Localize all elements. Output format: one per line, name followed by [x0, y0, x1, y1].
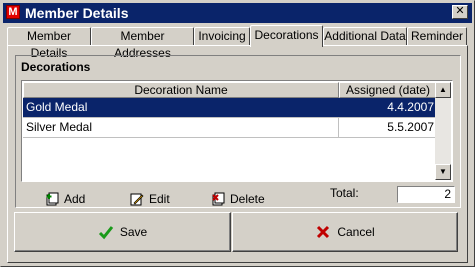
decoration-name-cell: Gold Medal — [26, 100, 88, 114]
tab-additional-data[interactable]: Additional Data — [323, 27, 407, 45]
add-label: Add — [64, 192, 86, 206]
cancel-label: Cancel — [337, 225, 375, 239]
title-bar[interactable]: M Member Details ✕ — [3, 3, 472, 23]
tab-strip: Member Details Member Addresses Invoicin… — [7, 25, 467, 60]
scroll-down-button[interactable]: ▼ — [435, 164, 451, 180]
app-icon: M — [6, 5, 20, 19]
cancel-button[interactable]: Cancel — [232, 212, 458, 252]
arrow-up-icon: ▲ — [439, 85, 447, 94]
edit-label: Edit — [149, 192, 170, 206]
tab-member-details[interactable]: Member Details — [7, 27, 91, 60]
tab-decorations[interactable]: Decorations — [250, 25, 323, 47]
check-icon — [98, 226, 113, 240]
assigned-date-cell: 5.5.2007 — [387, 120, 434, 134]
add-icon — [46, 192, 59, 206]
close-button[interactable]: ✕ — [452, 5, 468, 19]
column-header-date[interactable]: Assigned (date) — [339, 82, 437, 98]
arrow-down-icon: ▼ — [439, 167, 447, 176]
decoration-name-cell: Silver Medal — [26, 120, 93, 134]
row-divider — [23, 137, 437, 138]
save-label: Save — [119, 225, 148, 239]
table-row[interactable]: Silver Medal 5.5.2007 — [23, 118, 437, 137]
cancel-x-icon — [317, 225, 330, 239]
tab-reminder[interactable]: Reminder — [407, 27, 467, 45]
assigned-date-cell: 4.4.2007 — [387, 100, 434, 114]
table-row[interactable]: Gold Medal 4.4.2007 — [23, 98, 437, 117]
save-button[interactable]: Save — [14, 212, 231, 252]
decorations-group: Decorations Decoration Name Assigned (da… — [15, 55, 461, 208]
vertical-scrollbar[interactable]: ▲ ▼ — [435, 82, 451, 180]
add-button[interactable]: Add — [45, 190, 85, 208]
window-title: Member Details — [25, 5, 129, 21]
member-details-window: M Member Details ✕ Member Details Member… — [0, 0, 475, 267]
column-divider — [338, 118, 339, 138]
decorations-page: Decorations Decoration Name Assigned (da… — [7, 45, 468, 263]
scroll-up-button[interactable]: ▲ — [435, 82, 451, 98]
edit-icon — [130, 193, 144, 206]
delete-icon — [212, 192, 225, 206]
tab-invoicing[interactable]: Invoicing — [194, 27, 250, 45]
decorations-grid[interactable]: Decoration Name Assigned (date) Gold Med… — [21, 80, 453, 182]
total-field: 2 — [397, 186, 455, 203]
column-header-name[interactable]: Decoration Name — [23, 82, 339, 98]
group-title: Decorations — [21, 60, 91, 74]
delete-label: Delete — [230, 192, 265, 206]
edit-button[interactable]: Edit — [130, 190, 170, 208]
tab-member-addresses[interactable]: Member Addresses — [91, 27, 194, 60]
delete-button[interactable]: Delete — [211, 190, 265, 208]
close-icon: ✕ — [455, 5, 465, 17]
total-label: Total: — [330, 186, 359, 200]
